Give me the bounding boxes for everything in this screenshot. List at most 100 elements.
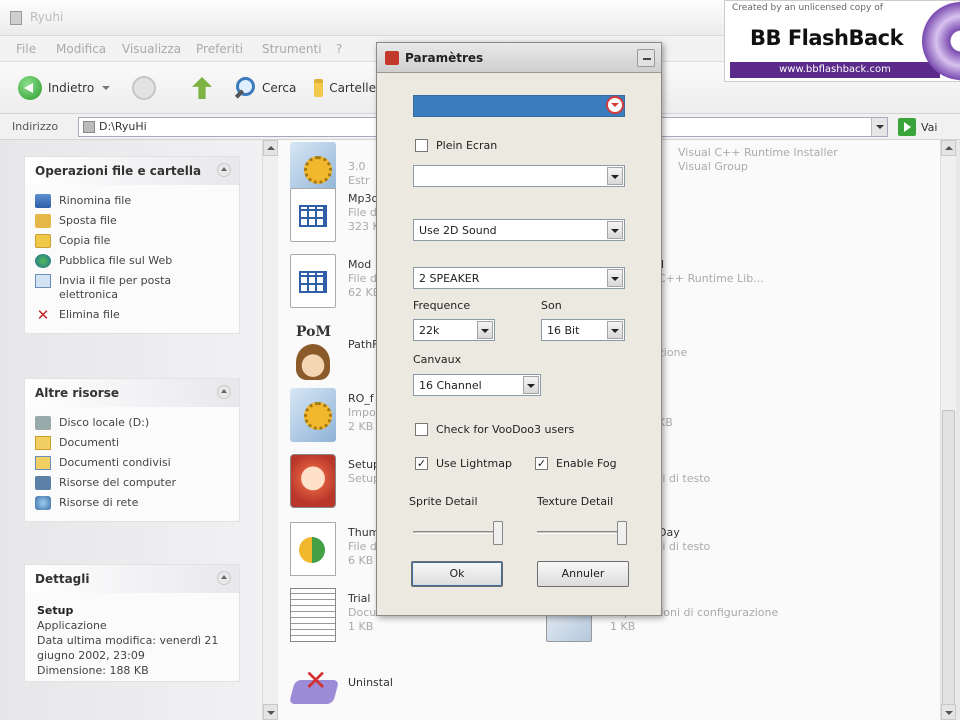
folders-button[interactable]: Cartelle	[314, 76, 376, 100]
task-delete-file[interactable]: ✕ Elimina file	[25, 305, 239, 325]
collapse-icon[interactable]	[217, 163, 231, 177]
forward-button[interactable]	[132, 76, 162, 100]
folder-icon	[314, 79, 324, 97]
collapse-icon[interactable]	[217, 385, 231, 399]
file-item[interactable]: Uninstal	[278, 650, 418, 720]
chevron-down-icon[interactable]	[607, 321, 623, 339]
speaker-select[interactable]: 2 SPEAKER	[413, 267, 625, 289]
file-item[interactable]: Thum File d6 KB	[278, 514, 379, 584]
drive-icon	[35, 416, 51, 430]
resolution-select[interactable]	[413, 95, 625, 117]
device-select[interactable]	[413, 165, 625, 187]
place-label: Risorse di rete	[59, 496, 139, 509]
checkbox-box[interactable]	[415, 138, 428, 152]
menu-favorites[interactable]: Preferiti	[196, 42, 243, 56]
filelist-scrollbar[interactable]	[940, 140, 956, 720]
menu-tools[interactable]: Strumenti	[262, 42, 322, 56]
place-my-computer[interactable]: Risorse del computer	[25, 473, 239, 493]
file-text: zione	[658, 346, 687, 360]
document-icon	[290, 254, 336, 308]
sprite-detail-slider[interactable]	[413, 519, 503, 545]
checkbox-box[interactable]: ✓	[415, 456, 428, 470]
menu-edit[interactable]: Modifica	[56, 42, 106, 56]
ok-button[interactable]: Ok	[411, 561, 503, 587]
menu-help[interactable]: ?	[336, 42, 342, 56]
chevron-down-icon[interactable]	[523, 376, 539, 394]
place-shared-documents[interactable]: Documenti condivisi	[25, 453, 239, 473]
task-rename-file[interactable]: Rinomina file	[25, 191, 239, 211]
file-type: 3.0	[348, 160, 366, 173]
place-network[interactable]: Risorse di rete	[25, 493, 239, 513]
texture-detail-label: Texture Detail	[537, 495, 614, 508]
scroll-down-button[interactable]	[941, 704, 956, 720]
minimize-button[interactable]	[637, 49, 655, 67]
checkbox-box[interactable]: ✓	[535, 456, 548, 470]
cancel-button[interactable]: Annuler	[537, 561, 629, 587]
collapse-icon[interactable]	[217, 571, 231, 585]
file-item[interactable]: Setup Setup	[278, 446, 380, 516]
file-item[interactable]: RO_f Impo 2 KB	[278, 380, 378, 450]
file-name: PathF	[348, 338, 379, 351]
place-local-disk[interactable]: Disco locale (D:)	[25, 413, 239, 433]
copy-icon	[35, 234, 51, 248]
son-select[interactable]: 16 Bit	[541, 319, 625, 341]
fog-checkbox[interactable]: ✓ Enable Fog	[535, 455, 617, 471]
menu-file[interactable]: File	[16, 42, 36, 56]
dialog-titlebar[interactable]: Paramètres	[377, 43, 661, 73]
back-button[interactable]: Indietro	[18, 76, 111, 100]
scroll-up-button[interactable]	[941, 140, 956, 156]
son-value: 16 Bit	[547, 324, 580, 337]
channels-select[interactable]: 16 Channel	[413, 374, 541, 396]
chevron-down-icon[interactable]	[607, 269, 623, 287]
texture-detail-slider[interactable]	[537, 519, 627, 545]
game-setup-icon	[290, 454, 336, 508]
chevron-down-icon[interactable]	[607, 221, 623, 239]
chevron-down-icon[interactable]	[477, 321, 493, 339]
chevron-down-icon[interactable]	[606, 96, 624, 114]
file-item[interactable]: Trial Docu 1 KB	[278, 580, 378, 650]
lightmap-checkbox[interactable]: ✓ Use Lightmap	[415, 455, 512, 471]
chevron-down-icon[interactable]	[607, 167, 623, 185]
task-move-file[interactable]: Sposta file	[25, 211, 239, 231]
frequence-select[interactable]: 22k	[413, 319, 495, 341]
voodoo-checkbox[interactable]: Check for VooDoo3 users	[415, 421, 574, 437]
slider-thumb[interactable]	[493, 521, 503, 545]
chevron-down-icon[interactable]	[102, 86, 111, 90]
file-item[interactable]: Mod File d 62 KB	[278, 246, 380, 316]
menu-view[interactable]: Visualizza	[122, 42, 181, 56]
task-label: Invia il file per posta elettronica	[59, 274, 172, 301]
scroll-down-button[interactable]	[263, 704, 278, 720]
task-copy-file[interactable]: Copia file	[25, 231, 239, 251]
bb-flashback-watermark: Created by an unlicensed copy of BB Flas…	[724, 0, 960, 82]
task-email-file[interactable]: Invia il file per posta elettronica	[25, 271, 239, 305]
file-item[interactable]: Mp3c File d 323 K	[278, 180, 380, 250]
place-documents[interactable]: Documenti	[25, 433, 239, 453]
file-tasks-header[interactable]: Operazioni file e cartella	[25, 157, 239, 185]
file-type: File d	[348, 206, 377, 219]
slider-thumb[interactable]	[617, 521, 627, 545]
sound-mode-select[interactable]: Use 2D Sound	[413, 219, 625, 241]
file-text: Day ti di testo	[658, 526, 710, 554]
sound-mode-value: Use 2D Sound	[419, 224, 497, 237]
scroll-up-button[interactable]	[263, 140, 278, 156]
details-modified: Data ultima modifica: venerdì 21 giugno …	[37, 634, 219, 662]
file-type: C++ Runtime Lib...	[658, 272, 764, 285]
file-type: Visual Group	[678, 160, 748, 173]
taskpane-scrollbar[interactable]	[262, 140, 278, 720]
file-name: Mod	[348, 258, 372, 271]
document-icon	[290, 188, 336, 242]
task-label: Elimina file	[59, 308, 120, 321]
checkbox-box[interactable]	[415, 422, 428, 436]
details-header[interactable]: Dettagli	[25, 565, 239, 593]
task-publish-web[interactable]: Pubblica file sul Web	[25, 251, 239, 271]
app-icon	[385, 51, 399, 65]
up-button[interactable]	[192, 76, 218, 100]
fullscreen-checkbox[interactable]: Plein Ecran	[415, 137, 497, 153]
other-places-header[interactable]: Altre risorse	[25, 379, 239, 407]
file-size: 2 KB	[348, 420, 374, 433]
file-text: Thum File d6 KB	[348, 526, 379, 568]
scroll-thumb[interactable]	[942, 410, 955, 710]
search-button[interactable]: Cerca	[234, 76, 296, 100]
file-text: RO_f Impo 2 KB	[348, 392, 376, 434]
channels-value: 16 Channel	[419, 379, 482, 392]
